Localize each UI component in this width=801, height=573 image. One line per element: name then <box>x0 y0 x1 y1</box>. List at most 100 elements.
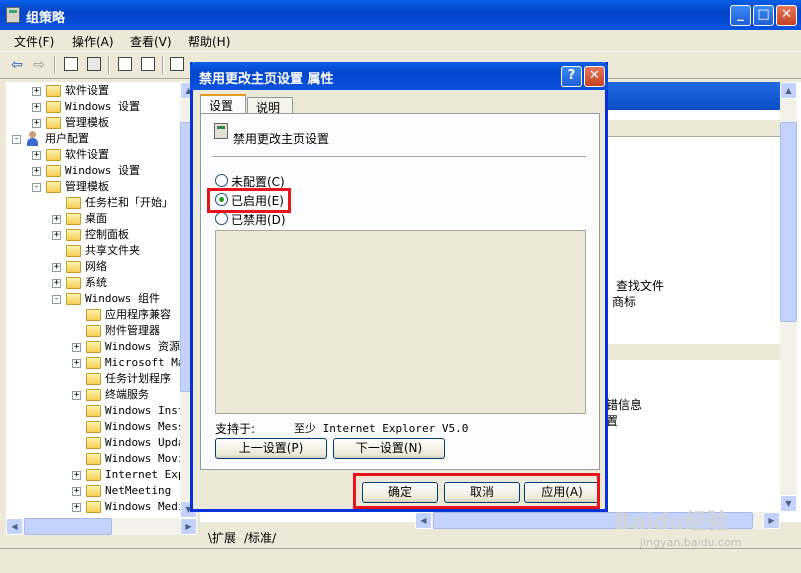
expand-toggle-icon[interactable]: + <box>52 279 61 288</box>
menu-help[interactable]: 帮助(H) <box>188 33 230 50</box>
back-arrow-icon[interactable]: ⇦ <box>8 56 26 74</box>
tree-node-label: NetMeeting <box>105 484 172 497</box>
status-bar <box>0 548 801 573</box>
expand-toggle-icon[interactable]: + <box>52 215 61 224</box>
tree-node[interactable]: 任务栏和「开始」 <box>52 195 180 211</box>
scroll-up-icon[interactable]: ▲ <box>780 82 797 99</box>
watermark-url: jingyan.baidu.com <box>640 536 742 549</box>
close-button[interactable]: ✕ <box>776 5 797 26</box>
expand-toggle-icon[interactable]: - <box>32 183 41 192</box>
expand-toggle-icon[interactable]: - <box>12 135 21 144</box>
tree-node[interactable]: 共享文件夹 <box>52 243 180 259</box>
tree-node[interactable]: + Microsoft Ma <box>72 355 180 371</box>
dialog-close-button[interactable]: ✕ <box>584 66 605 87</box>
tree-node[interactable]: + 控制面板 <box>52 227 180 243</box>
tree-node[interactable]: 应用程序兼容 <box>72 307 180 323</box>
folder-icon <box>86 357 101 369</box>
tree-node[interactable]: Windows Mess <box>72 419 180 435</box>
expand-toggle-icon[interactable]: + <box>32 103 41 112</box>
show-tree-icon[interactable] <box>87 57 101 71</box>
details-vertical-scrollbar[interactable]: ▲ ▼ <box>780 82 797 512</box>
tree-node-label: 控制面板 <box>85 228 129 241</box>
tree-node[interactable]: + 终端服务 <box>72 387 180 403</box>
tree-node[interactable]: + 软件设置 <box>32 147 180 163</box>
tab-standard[interactable]: /标准/ <box>244 529 276 546</box>
expand-toggle-icon[interactable]: + <box>72 359 81 368</box>
tree-node[interactable]: Windows Movi <box>72 451 180 467</box>
supported-label: 支持于: <box>215 422 256 436</box>
folder-icon <box>86 325 101 337</box>
expand-toggle-icon[interactable]: + <box>72 503 81 512</box>
tree-node[interactable]: - Windows 组件 <box>52 291 180 307</box>
tree-node-label: 系统 <box>85 276 107 289</box>
folder-icon <box>86 437 101 449</box>
menu-action[interactable]: 操作(A) <box>72 33 114 50</box>
help-icon[interactable] <box>170 57 184 71</box>
tree-node[interactable]: Windows Upda <box>72 435 180 451</box>
tree-horizontal-scrollbar[interactable]: ◀ ▶ <box>6 518 197 535</box>
tree-node[interactable]: + 软件设置 <box>32 83 180 99</box>
tree-node[interactable]: + Windows 设置 <box>32 163 180 179</box>
folder-icon <box>86 309 101 321</box>
tree-node[interactable]: + NetMeeting <box>72 483 180 499</box>
description-box <box>215 230 586 414</box>
expand-toggle-icon[interactable]: + <box>32 151 41 160</box>
maximize-button[interactable]: □ <box>753 5 774 26</box>
tree-node[interactable]: - 管理模板 <box>32 179 180 195</box>
folder-icon <box>66 293 81 305</box>
main-window-title: 组策略 <box>26 11 66 26</box>
details-scroll-thumb[interactable] <box>780 122 797 322</box>
tree-node[interactable]: + Windows 设置 <box>32 99 180 115</box>
tree-node[interactable]: - 用户配置 <box>12 131 180 147</box>
radio-disabled[interactable] <box>215 212 228 225</box>
tree-node[interactable]: + 网络 <box>52 259 180 275</box>
next-setting-button[interactable]: 下一设置(N) <box>333 438 445 459</box>
expand-toggle-icon[interactable]: + <box>32 119 41 128</box>
folder-icon <box>46 117 61 129</box>
radio-disabled-label[interactable]: 已禁用(D) <box>231 211 286 228</box>
forward-arrow-icon[interactable]: ⇨ <box>30 56 48 74</box>
scroll-right-icon[interactable]: ▶ <box>180 518 197 535</box>
expand-toggle-icon[interactable]: - <box>52 295 61 304</box>
expand-toggle-icon[interactable]: + <box>72 471 81 480</box>
expand-toggle-icon[interactable]: + <box>32 167 41 176</box>
tree-node-label: Windows Mess <box>105 420 180 433</box>
tree-node[interactable]: + Internet Expl <box>72 467 180 483</box>
tree-node-label: 管理模板 <box>65 180 109 193</box>
folder-icon <box>86 469 101 481</box>
up-folder-icon[interactable] <box>64 57 78 71</box>
expand-toggle-icon[interactable]: + <box>72 487 81 496</box>
tree-node[interactable]: Windows Inst <box>72 403 180 419</box>
tree-node[interactable]: + Windows 资源 <box>72 339 180 355</box>
separator <box>212 156 586 158</box>
expand-toggle-icon[interactable]: + <box>32 87 41 96</box>
previous-setting-button[interactable]: 上一设置(P) <box>215 438 327 459</box>
tab-settings[interactable]: 设置 <box>200 94 246 114</box>
tree-node[interactable]: 任务计划程序 <box>72 371 180 387</box>
expand-toggle-icon[interactable]: + <box>52 231 61 240</box>
tree-hscroll-thumb[interactable] <box>24 518 112 535</box>
tree-node[interactable]: 附件管理器 <box>72 323 180 339</box>
expand-toggle-icon[interactable]: + <box>72 391 81 400</box>
group-policy-icon <box>6 7 20 23</box>
tree-node[interactable]: + 系统 <box>52 275 180 291</box>
expand-toggle-icon[interactable]: + <box>52 263 61 272</box>
tree-node[interactable]: + 管理模板 <box>32 115 180 131</box>
properties-icon[interactable] <box>118 57 132 71</box>
scroll-left-icon[interactable]: ◀ <box>6 518 23 535</box>
tree-node[interactable]: + Windows Medi <box>72 499 180 515</box>
help-button[interactable]: ? <box>561 66 582 87</box>
tab-extended[interactable]: \扩展 <box>208 529 236 546</box>
radio-not-configured[interactable] <box>215 174 228 187</box>
tab-explain[interactable]: 说明 <box>247 97 293 115</box>
tree-node[interactable]: + 桌面 <box>52 211 180 227</box>
scroll-down-icon[interactable]: ▼ <box>780 495 797 512</box>
minimize-button[interactable]: _ <box>730 5 751 26</box>
menu-file[interactable]: 文件(F) <box>14 33 54 50</box>
watermark-brand: Baidu经验 <box>614 510 729 535</box>
scroll-right-icon[interactable]: ▶ <box>763 512 780 529</box>
expand-toggle-icon[interactable]: + <box>72 343 81 352</box>
menu-view[interactable]: 查看(V) <box>130 33 172 50</box>
export-list-icon[interactable] <box>141 57 155 71</box>
details-section-band <box>580 344 780 360</box>
